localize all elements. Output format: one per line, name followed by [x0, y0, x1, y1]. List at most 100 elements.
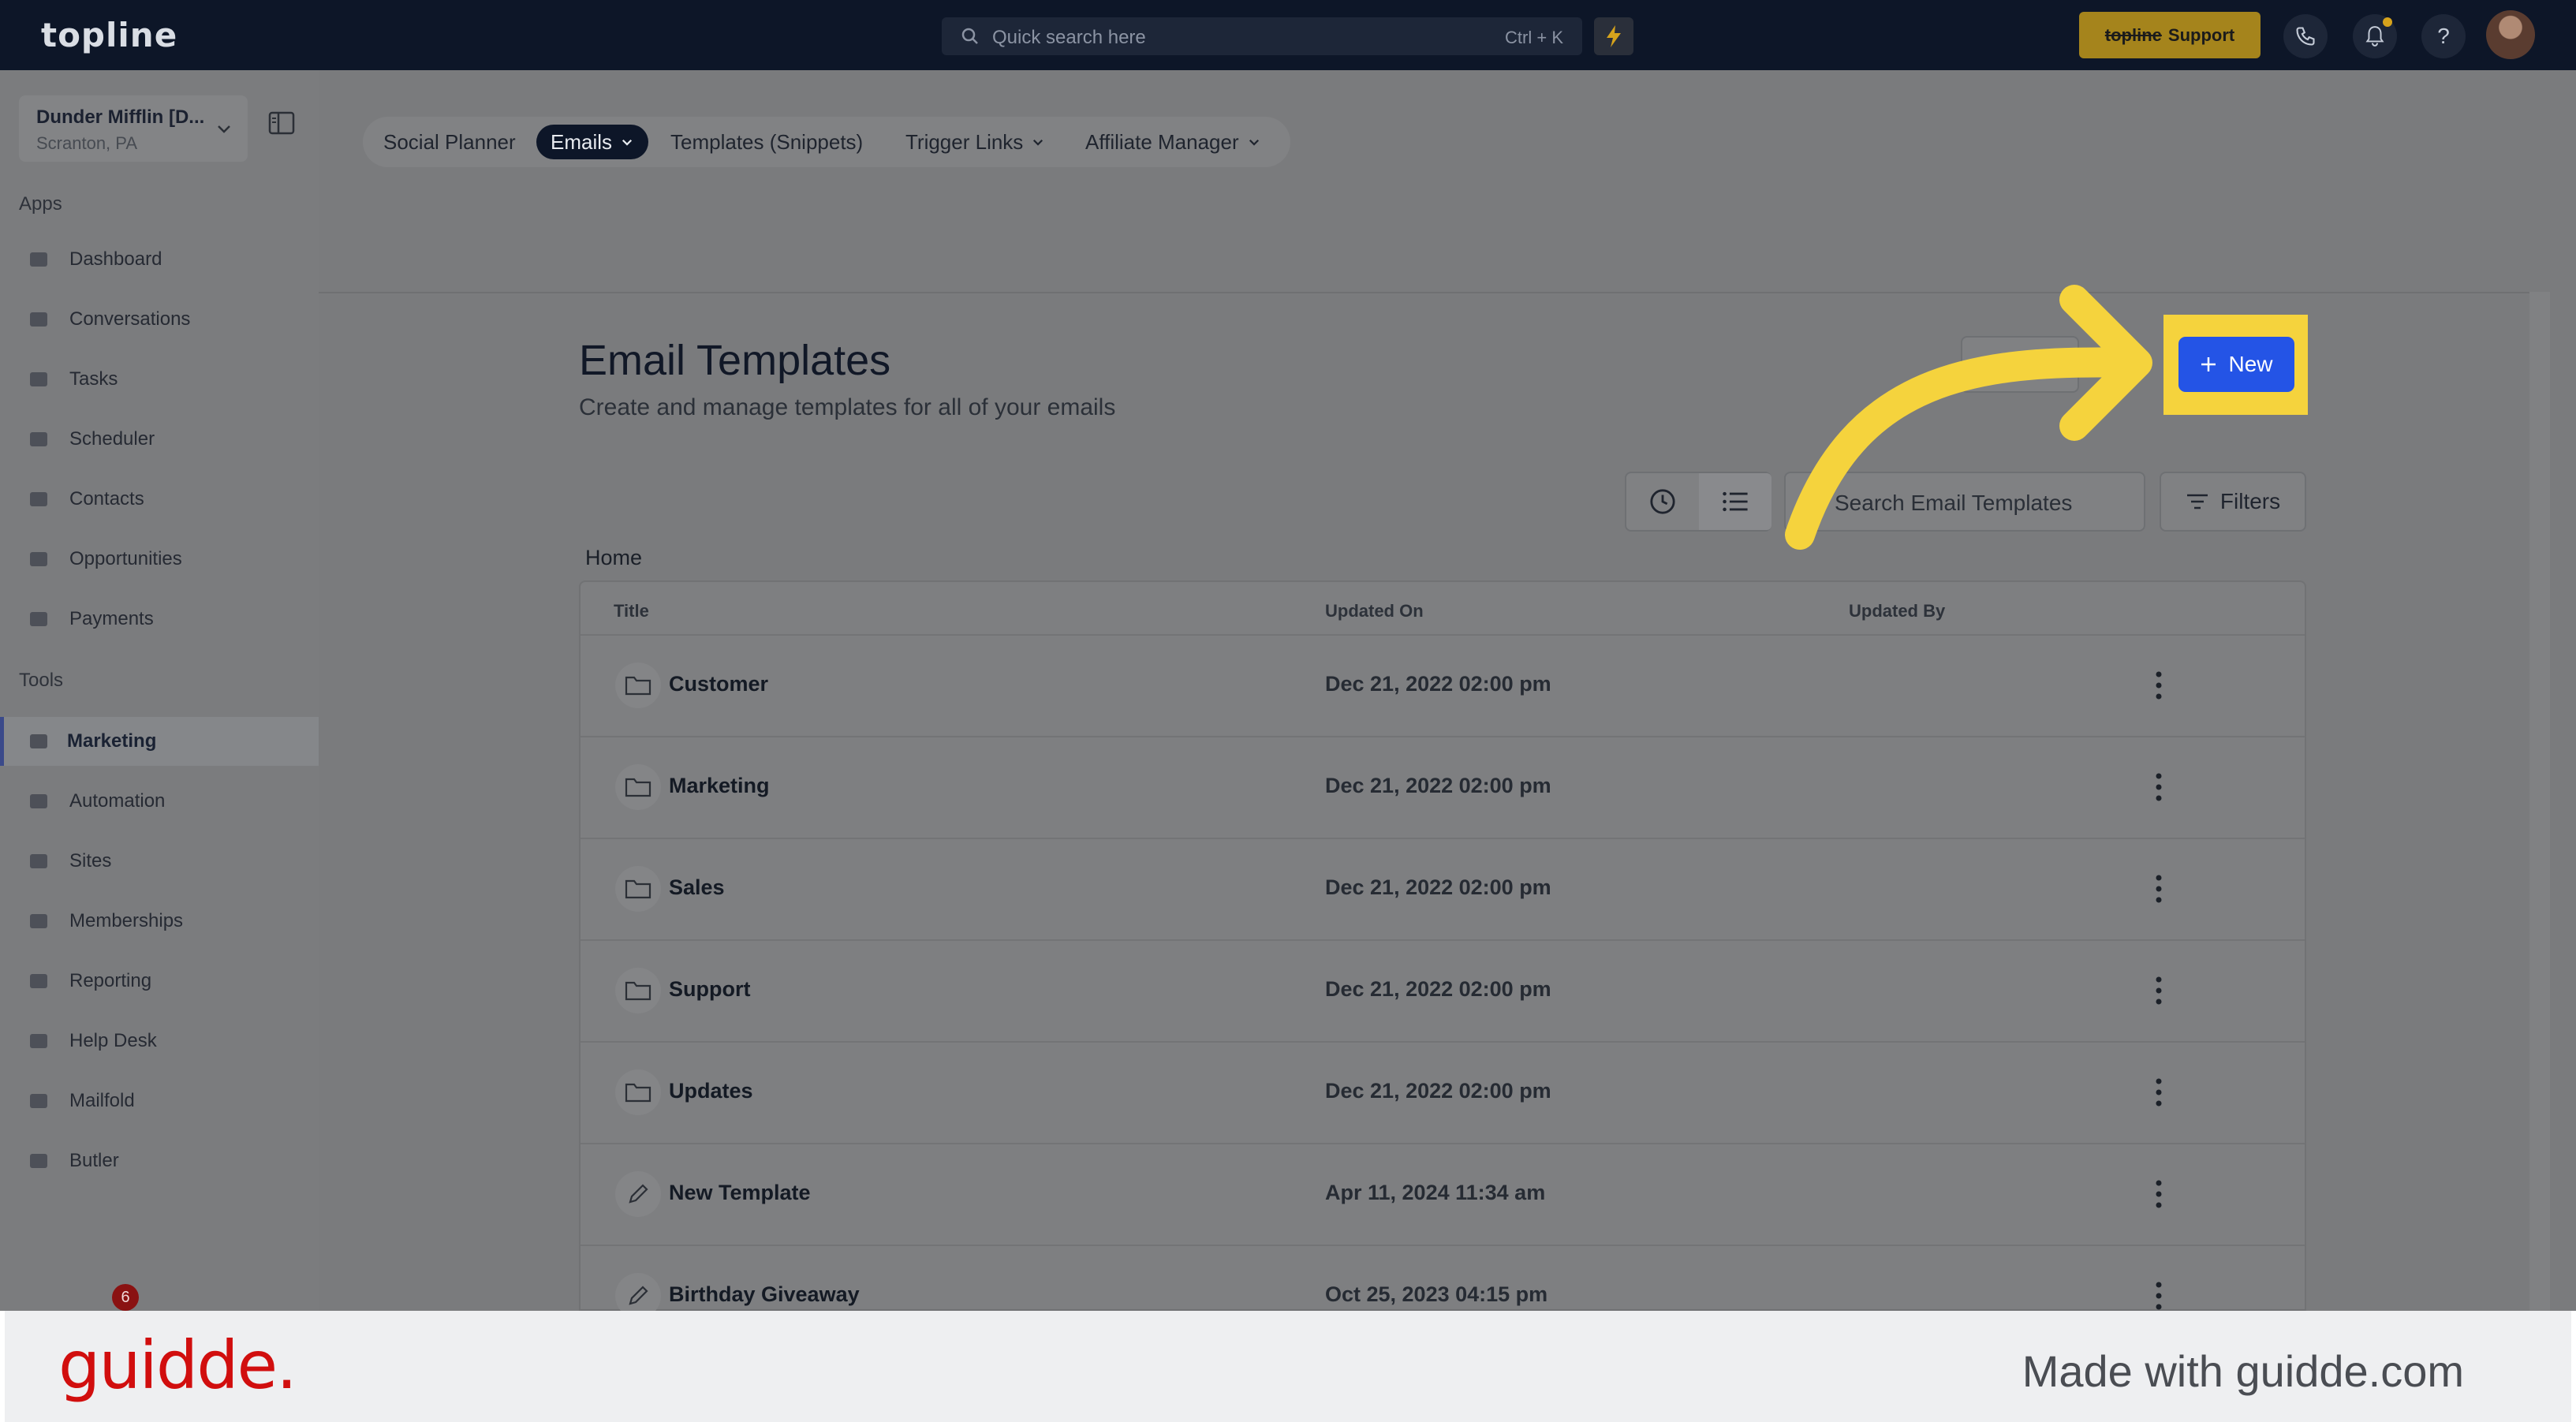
filters-label: Filters: [2219, 489, 2281, 513]
row-title[interactable]: Support: [669, 977, 750, 1002]
support-button[interactable]: topline Support: [2079, 12, 2261, 58]
quick-search-placeholder: Quick search here: [992, 27, 1146, 48]
help-button[interactable]: ?: [2421, 14, 2466, 58]
sidebar-item-automation[interactable]: Automation: [0, 777, 319, 826]
sidebar-item-sites[interactable]: Sites: [0, 837, 319, 886]
recent-view-button[interactable]: [1626, 473, 1699, 530]
more-actions-icon[interactable]: [2150, 869, 2167, 909]
sidebar-item-label: Conversations: [69, 308, 191, 330]
help-widget[interactable]: 6: [57, 1284, 139, 1312]
row-title[interactable]: Updates: [669, 1079, 753, 1103]
sidebar-item-label: Payments: [69, 608, 154, 629]
guidde-logo[interactable]: guidde.: [58, 1327, 297, 1404]
tab-label: Social Planner: [383, 129, 516, 154]
folder-icon: [625, 1083, 651, 1103]
support-label: Support: [2167, 24, 2235, 45]
table-row[interactable]: Marketing Dec 21, 2022 02:00 pm: [581, 736, 2305, 838]
search-icon: [961, 28, 978, 44]
table-row[interactable]: New Template Apr 11, 2024 11:34 am: [581, 1143, 2305, 1245]
filter-lines-icon: [2186, 494, 2208, 509]
filters-button[interactable]: Filters: [2160, 472, 2306, 532]
more-actions-icon[interactable]: [2150, 666, 2167, 705]
tab-templates-snippets[interactable]: Templates (Snippets): [670, 125, 863, 159]
table-row[interactable]: Sales Dec 21, 2022 02:00 pm: [581, 838, 2305, 939]
plus-icon: [2201, 357, 2216, 371]
pie-chart-icon: [30, 974, 47, 988]
table-row[interactable]: Support Dec 21, 2022 02:00 pm: [581, 939, 2305, 1041]
sidebar-item-tasks[interactable]: Tasks: [0, 355, 319, 404]
row-updated-on: Dec 21, 2022 02:00 pm: [1325, 977, 1551, 1001]
quick-search-input[interactable]: Quick search here Ctrl + K: [942, 17, 1582, 55]
chevron-down-icon: [1033, 139, 1043, 146]
row-updated-on: Dec 21, 2022 02:00 pm: [1325, 774, 1551, 797]
sidebar-item-contacts[interactable]: Contacts: [0, 475, 319, 524]
more-actions-icon[interactable]: [2150, 971, 2167, 1010]
row-title[interactable]: Marketing: [669, 774, 770, 798]
sidebar-item-marketing[interactable]: Marketing: [0, 717, 319, 766]
new-template-button[interactable]: New: [2178, 337, 2294, 392]
phone-button[interactable]: [2283, 14, 2328, 58]
tab-label: Emails: [551, 129, 613, 154]
page-subtitle: Create and manage templates for all of y…: [579, 394, 1116, 420]
table-row[interactable]: Customer Dec 21, 2022 02:00 pm: [581, 634, 2305, 736]
breadcrumb[interactable]: Home: [585, 546, 642, 570]
row-title[interactable]: Sales: [669, 875, 725, 900]
sidebar-item-butler[interactable]: Butler: [0, 1136, 319, 1185]
folder-icon: [625, 778, 651, 797]
card-icon: [30, 612, 47, 626]
chevron-down-icon: [622, 139, 633, 146]
sidebar-item-conversations[interactable]: Conversations: [0, 295, 319, 344]
more-actions-icon[interactable]: [2150, 767, 2167, 807]
notifications-button[interactable]: [2353, 14, 2397, 58]
sidebar-item-opportunities[interactable]: Opportunities: [0, 535, 319, 584]
row-type-icon: [615, 1069, 661, 1115]
sidebar-item-mailfold[interactable]: Mailfold: [0, 1077, 319, 1125]
account-switcher[interactable]: Dunder Mifflin [D... Scranton, PA: [19, 95, 248, 162]
templates-table: Title Updated On Updated By Customer Dec …: [579, 580, 2306, 1319]
tab-social-planner[interactable]: Social Planner: [383, 125, 516, 159]
sidebar-item-reporting[interactable]: Reporting: [0, 957, 319, 1006]
row-type-icon: [615, 968, 661, 1013]
sidebar-item-scheduler[interactable]: Scheduler: [0, 415, 319, 464]
table-row[interactable]: Updates Dec 21, 2022 02:00 pm: [581, 1041, 2305, 1143]
sidebar-item-help-desk[interactable]: Help Desk: [0, 1017, 319, 1066]
apps-section-label: Apps: [19, 193, 62, 215]
row-title[interactable]: New Template: [669, 1181, 811, 1205]
sidebar-item-dashboard[interactable]: Dashboard: [0, 235, 319, 284]
list-view-button[interactable]: [1699, 473, 1771, 530]
view-toggle: [1625, 472, 1771, 532]
scrollbar[interactable]: [2529, 292, 2550, 1311]
sidebar-collapse-icon[interactable]: [268, 111, 295, 135]
column-header-title[interactable]: Title: [614, 601, 649, 621]
row-updated-on: Dec 21, 2022 02:00 pm: [1325, 1079, 1551, 1103]
sidebar-item-memberships[interactable]: Memberships: [0, 897, 319, 946]
user-avatar[interactable]: [2486, 10, 2535, 59]
tab-label: Templates (Snippets): [670, 129, 864, 154]
column-header-updated-by[interactable]: Updated By: [1849, 601, 1945, 621]
row-title[interactable]: Customer: [669, 672, 768, 696]
folder-icon: [625, 981, 651, 1001]
sidebar-item-payments[interactable]: Payments: [0, 595, 319, 644]
sidebar-item-label: Butler: [69, 1150, 119, 1171]
made-with-text: Made with guidde.com: [2022, 1346, 2464, 1396]
phone-icon: [2296, 27, 2315, 46]
app-logo[interactable]: topline: [41, 16, 177, 54]
folder-icon: [625, 676, 651, 696]
tab-emails[interactable]: Emails: [536, 125, 649, 159]
tab-affiliate-manager[interactable]: Affiliate Manager: [1085, 125, 1261, 159]
more-actions-icon[interactable]: [2150, 1174, 2167, 1214]
marketing-subnav: Social Planner Emails Templates (Snippet…: [363, 117, 1290, 167]
more-actions-icon[interactable]: [2150, 1276, 2167, 1316]
column-header-updated-on[interactable]: Updated On: [1325, 601, 1424, 621]
tab-trigger-links[interactable]: Trigger Links: [905, 125, 1045, 159]
sidebar: Dunder Mifflin [D... Scranton, PA Apps D…: [0, 70, 319, 1311]
chevron-down-icon: [218, 125, 230, 133]
quick-action-button[interactable]: [1594, 17, 1633, 55]
support-brand: topline: [2104, 24, 2162, 45]
person-icon: [30, 492, 47, 506]
more-actions-icon[interactable]: [2150, 1073, 2167, 1112]
folder-icon: [625, 879, 651, 899]
row-type-icon: [615, 662, 661, 708]
list-icon: [1723, 491, 1748, 512]
row-title[interactable]: Birthday Giveaway: [669, 1282, 860, 1307]
